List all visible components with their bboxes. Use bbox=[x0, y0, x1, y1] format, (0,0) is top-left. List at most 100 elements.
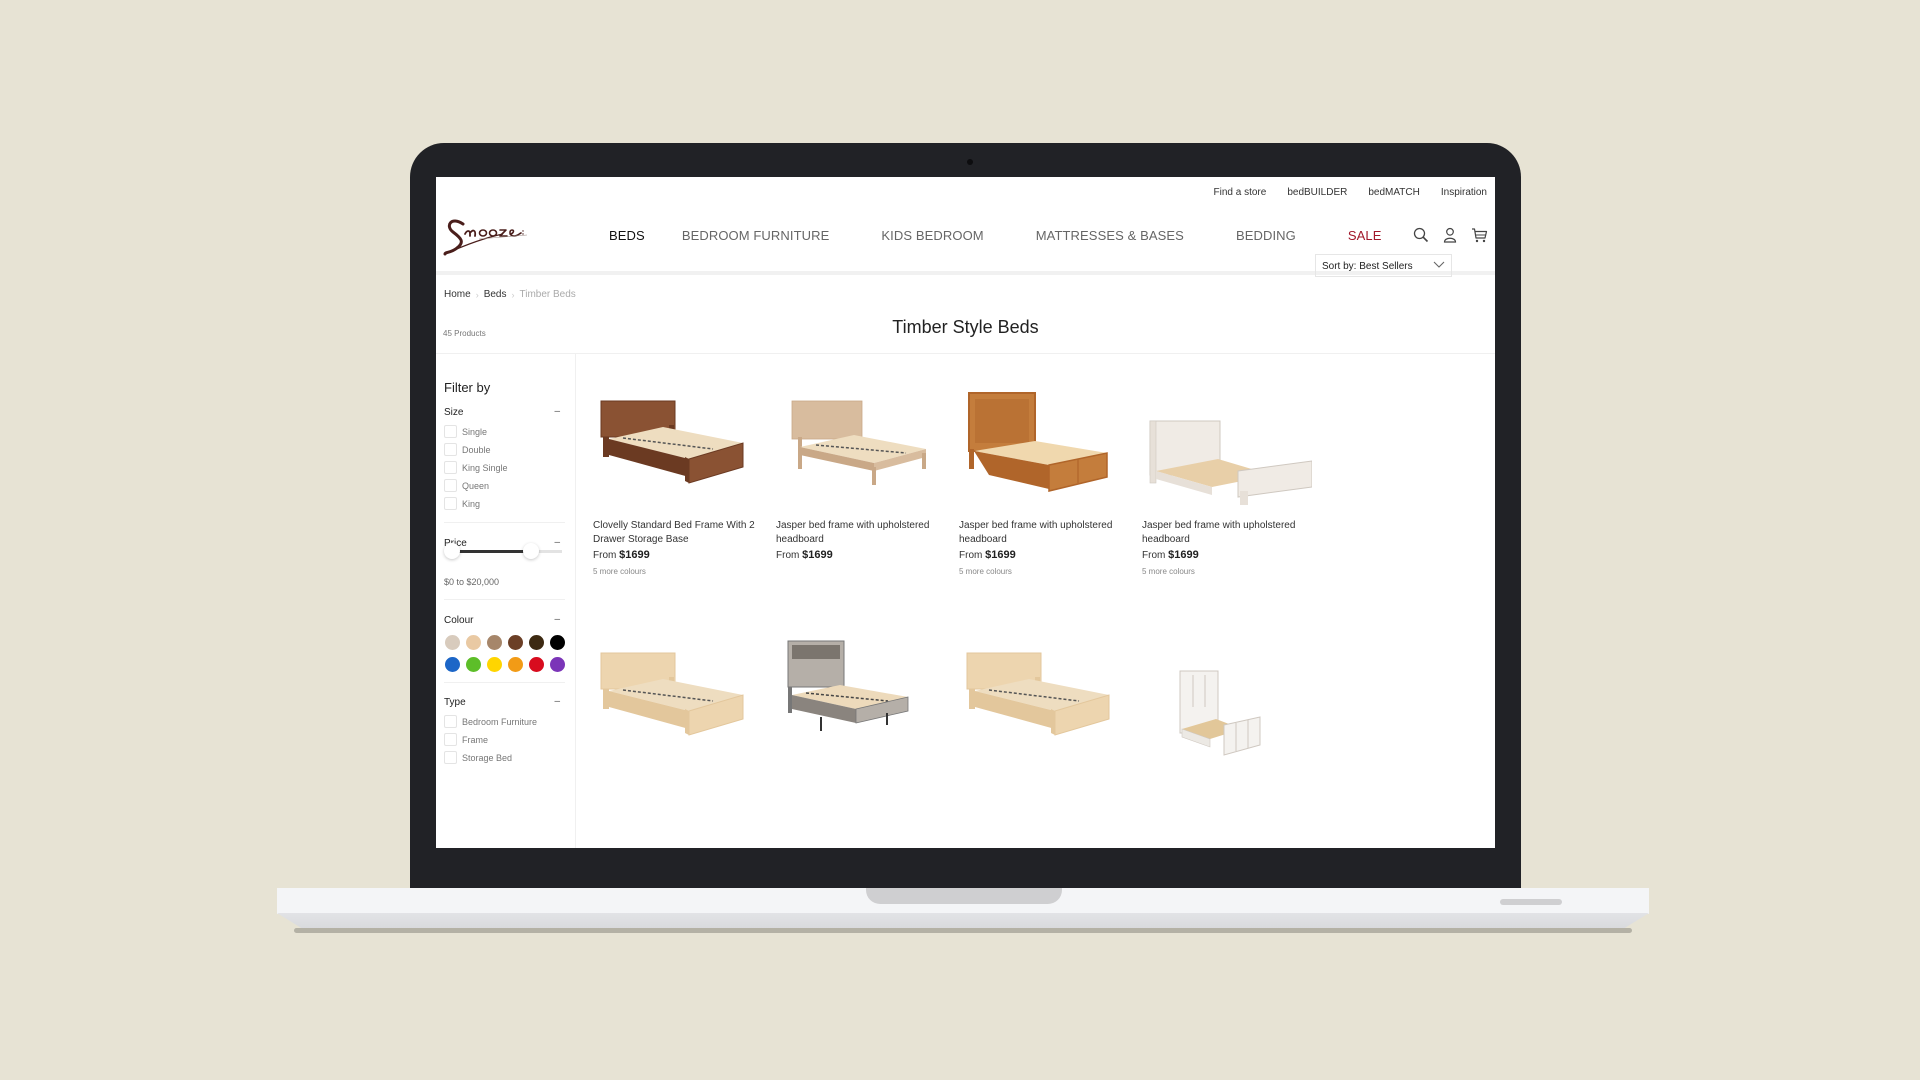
price-value: $1699 bbox=[802, 549, 833, 561]
price-value: $1699 bbox=[1168, 549, 1199, 561]
nav-bedroom-furniture[interactable]: BEDROOM FURNITURE bbox=[682, 228, 830, 243]
product-image[interactable] bbox=[959, 379, 1129, 519]
cart-icon[interactable] bbox=[1471, 227, 1488, 243]
product-card[interactable]: Jasper bed frame with upholstered headbo… bbox=[1142, 379, 1326, 576]
nav-sale[interactable]: SALE bbox=[1348, 228, 1382, 243]
checkbox[interactable] bbox=[444, 751, 457, 764]
colour-swatch[interactable] bbox=[529, 657, 544, 672]
bed-illustration bbox=[787, 640, 909, 731]
price-prefix: From bbox=[959, 550, 983, 561]
filter-type-header[interactable]: Type – bbox=[444, 696, 560, 708]
filter-price-header[interactable]: Price – bbox=[444, 537, 560, 549]
size-option-single[interactable]: Single bbox=[444, 425, 487, 438]
price-prefix: From bbox=[1142, 550, 1166, 561]
collapse-icon[interactable]: – bbox=[554, 406, 560, 417]
product-image[interactable] bbox=[959, 631, 1129, 771]
size-option-double[interactable]: Double bbox=[444, 443, 491, 456]
bedbuilder-link[interactable]: bedBUILDER bbox=[1287, 187, 1347, 198]
checkbox[interactable] bbox=[444, 443, 457, 456]
product-name[interactable]: Jasper bed frame with upholstered headbo… bbox=[776, 519, 960, 547]
product-card[interactable]: Jasper bed frame with upholstered headbo… bbox=[776, 379, 960, 567]
breadcrumb-separator-icon: › bbox=[511, 289, 515, 300]
product-image[interactable] bbox=[1142, 631, 1312, 771]
product-price: From $1699 bbox=[776, 549, 960, 561]
more-colours-link[interactable]: 5 more colours bbox=[959, 567, 1143, 576]
snooze-logo[interactable] bbox=[443, 212, 547, 257]
product-card[interactable] bbox=[1142, 631, 1326, 771]
product-card[interactable] bbox=[959, 631, 1143, 771]
product-name[interactable]: Jasper bed frame with upholstered headbo… bbox=[959, 519, 1143, 547]
search-icon[interactable] bbox=[1413, 227, 1429, 243]
filter-size-header[interactable]: Size – bbox=[444, 406, 560, 418]
product-card[interactable]: Clovelly Standard Bed Frame With 2 Drawe… bbox=[593, 379, 777, 576]
bedmatch-link[interactable]: bedMATCH bbox=[1368, 187, 1420, 198]
collapse-icon[interactable]: – bbox=[554, 537, 560, 548]
product-card[interactable] bbox=[593, 631, 777, 771]
find-a-store-link[interactable]: Find a store bbox=[1214, 187, 1267, 198]
colour-swatch[interactable] bbox=[508, 657, 523, 672]
size-option-king-single[interactable]: King Single bbox=[444, 461, 508, 474]
price-range-label: $0 to $20,000 bbox=[444, 577, 500, 587]
checkbox[interactable] bbox=[444, 461, 457, 474]
product-name[interactable]: Clovelly Standard Bed Frame With 2 Drawe… bbox=[593, 519, 777, 547]
checkbox[interactable] bbox=[444, 733, 457, 746]
colour-swatch[interactable] bbox=[508, 635, 523, 650]
colour-swatch[interactable] bbox=[445, 657, 460, 672]
checkbox[interactable] bbox=[444, 715, 457, 728]
nav-bedding[interactable]: BEDDING bbox=[1236, 228, 1296, 243]
checkbox-label: Storage Bed bbox=[462, 752, 513, 763]
price-slider-min-handle[interactable] bbox=[444, 543, 460, 559]
header-icons bbox=[1413, 227, 1488, 243]
chevron-down-icon bbox=[1433, 261, 1445, 268]
sort-dropdown[interactable]: Sort by: Best Sellers bbox=[1315, 254, 1452, 277]
type-option-frame[interactable]: Frame bbox=[444, 733, 488, 746]
colour-swatch[interactable] bbox=[445, 635, 460, 650]
product-card[interactable]: Jasper bed frame with upholstered headbo… bbox=[959, 379, 1143, 576]
product-image[interactable] bbox=[776, 379, 946, 519]
more-colours-link[interactable]: 5 more colours bbox=[593, 567, 777, 576]
more-colours-link[interactable]: 5 more colours bbox=[1142, 567, 1326, 576]
bed-illustration bbox=[600, 400, 744, 484]
type-option-bedroom-furniture[interactable]: Bedroom Furniture bbox=[444, 715, 537, 728]
checkbox[interactable] bbox=[444, 479, 457, 492]
product-price: From $1699 bbox=[593, 549, 777, 561]
breadcrumb-beds[interactable]: Beds bbox=[484, 289, 507, 300]
colour-swatch[interactable] bbox=[550, 657, 565, 672]
colour-swatch[interactable] bbox=[466, 657, 481, 672]
product-name[interactable]: Jasper bed frame with upholstered headbo… bbox=[1142, 519, 1326, 547]
bed-illustration bbox=[600, 652, 744, 736]
colour-swatch[interactable] bbox=[487, 657, 502, 672]
product-image[interactable] bbox=[776, 631, 946, 771]
collapse-icon[interactable]: – bbox=[554, 696, 560, 707]
price-slider[interactable] bbox=[444, 543, 562, 559]
colour-swatch[interactable] bbox=[487, 635, 502, 650]
breadcrumb-home[interactable]: Home bbox=[444, 289, 471, 300]
product-price: From $1699 bbox=[959, 549, 1143, 561]
product-image[interactable] bbox=[1142, 379, 1313, 519]
price-prefix: From bbox=[776, 550, 800, 561]
nav-beds[interactable]: BEDS bbox=[609, 228, 645, 243]
user-icon[interactable] bbox=[1442, 227, 1458, 243]
product-price: From $1699 bbox=[1142, 549, 1326, 561]
nav-mattresses-bases[interactable]: MATTRESSES & BASES bbox=[1036, 228, 1184, 243]
product-card[interactable] bbox=[776, 631, 960, 771]
colour-swatch[interactable] bbox=[466, 635, 481, 650]
colour-swatches bbox=[445, 635, 565, 672]
inspiration-link[interactable]: Inspiration bbox=[1441, 187, 1487, 198]
size-option-queen[interactable]: Queen bbox=[444, 479, 489, 492]
bed-illustration bbox=[1149, 420, 1313, 505]
nav-kids-bedroom[interactable]: KIDS BEDROOM bbox=[881, 228, 983, 243]
price-slider-max-handle[interactable] bbox=[523, 543, 540, 559]
checkbox[interactable] bbox=[444, 497, 457, 510]
checkbox[interactable] bbox=[444, 425, 457, 438]
filter-sidebar: Filter by Size – Single Double King Sing… bbox=[436, 354, 576, 848]
colour-swatch[interactable] bbox=[550, 635, 565, 650]
filter-colour-header[interactable]: Colour – bbox=[444, 614, 560, 626]
collapse-icon[interactable]: – bbox=[554, 614, 560, 625]
type-option-storage-bed[interactable]: Storage Bed bbox=[444, 751, 512, 764]
size-option-king[interactable]: King bbox=[444, 497, 480, 510]
colour-swatch[interactable] bbox=[529, 635, 544, 650]
product-image[interactable] bbox=[593, 379, 763, 519]
browser-screen: Find a store bedBUILDER bedMATCH Inspira… bbox=[436, 177, 1495, 848]
product-image[interactable] bbox=[593, 631, 763, 771]
